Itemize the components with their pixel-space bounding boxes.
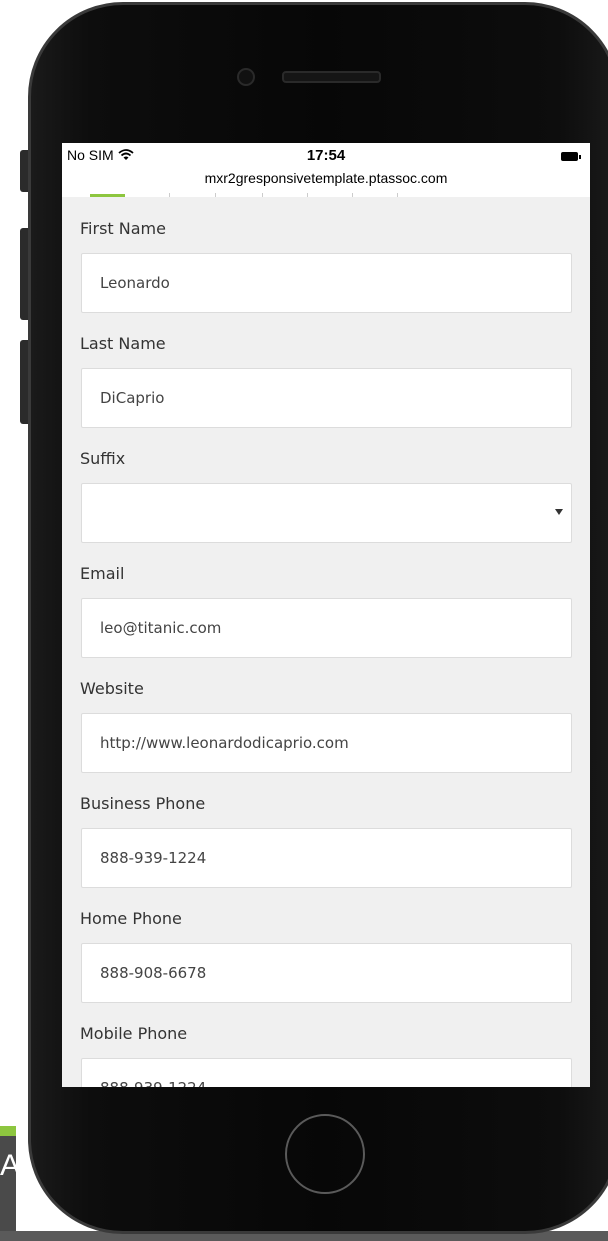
mobile-phone-input[interactable]: 888-939-1224 [81, 1058, 572, 1087]
business-phone-field: Business Phone 888-939-1224 [62, 772, 590, 888]
volume-down-button [20, 340, 28, 424]
home-phone-input[interactable]: 888-908-6678 [81, 943, 572, 1003]
business-phone-label: Business Phone [80, 794, 206, 813]
first-name-field: First Name Leonardo [62, 197, 590, 313]
earpiece-speaker [282, 71, 381, 83]
mobile-phone-label: Mobile Phone [80, 1024, 188, 1043]
battery-icon [561, 152, 581, 161]
last-name-label: Last Name [80, 334, 166, 353]
email-label: Email [80, 564, 125, 583]
website-field: Website http://www.leonardodicaprio.com [62, 657, 590, 773]
status-bar: No SIM 17:54 mxr2gresponsivetemplate.pta… [62, 143, 590, 197]
home-phone-field: Home Phone 888-908-6678 [62, 887, 590, 1003]
first-name-input[interactable]: Leonardo [81, 253, 572, 313]
contact-form: First Name Leonardo Last Name DiCaprio S… [62, 197, 590, 1087]
home-button[interactable] [285, 1114, 365, 1194]
last-name-input[interactable]: DiCaprio [81, 368, 572, 428]
background-accent-strip [0, 1126, 16, 1136]
suffix-select[interactable] [81, 483, 572, 543]
front-camera [237, 68, 255, 86]
mute-switch [20, 150, 28, 192]
address-url[interactable]: mxr2gresponsivetemplate.ptassoc.com [62, 170, 590, 186]
business-phone-input[interactable]: 888-939-1224 [81, 828, 572, 888]
email-field: Email leo@titanic.com [62, 542, 590, 658]
suffix-field: Suffix [62, 427, 590, 543]
mobile-phone-field: Mobile Phone 888-939-1224 [62, 1002, 590, 1087]
status-time: 17:54 [306, 147, 346, 164]
website-label: Website [80, 679, 144, 698]
chevron-down-icon [555, 509, 563, 515]
email-input[interactable]: leo@titanic.com [81, 598, 572, 658]
background-partial-letter: A [0, 1149, 16, 1182]
first-name-label: First Name [80, 219, 166, 238]
last-name-field: Last Name DiCaprio [62, 312, 590, 428]
volume-up-button [20, 228, 28, 320]
phone-screen: No SIM 17:54 mxr2gresponsivetemplate.pta… [62, 143, 590, 1087]
suffix-label: Suffix [80, 449, 126, 468]
website-input[interactable]: http://www.leonardodicaprio.com [81, 713, 572, 773]
home-phone-label: Home Phone [80, 909, 182, 928]
